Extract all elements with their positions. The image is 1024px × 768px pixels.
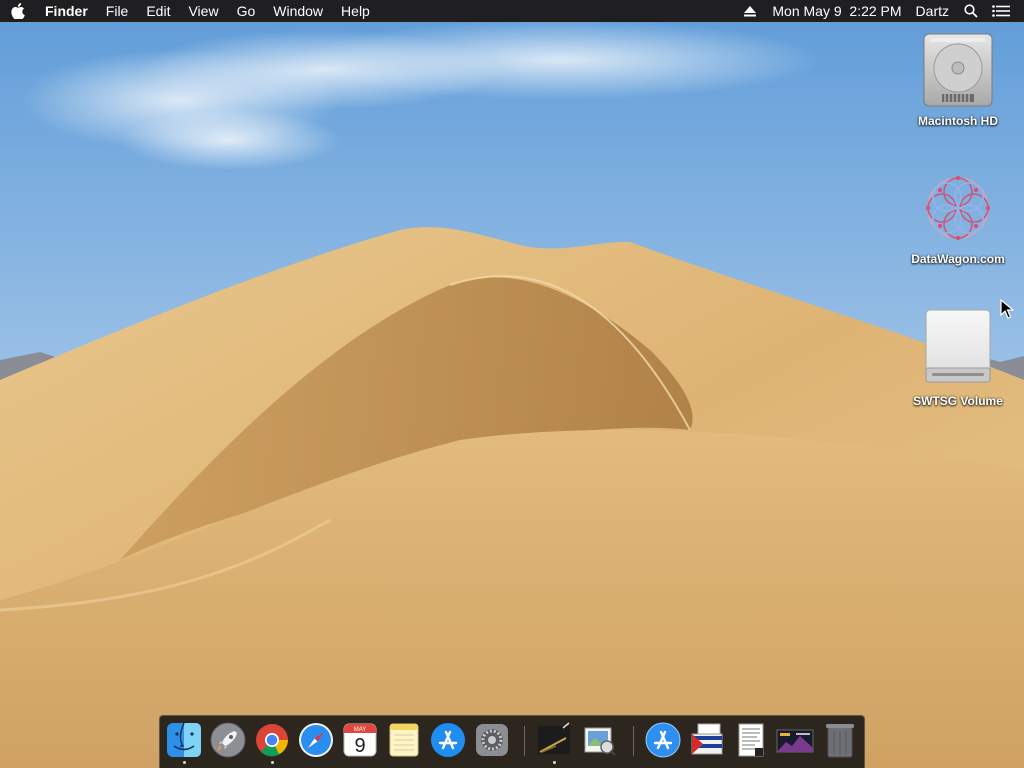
dock-separator: [524, 726, 525, 756]
external-drive-icon: [925, 309, 991, 383]
running-indicator: [270, 761, 274, 764]
applications-folder-icon: [645, 722, 681, 758]
desktop-icon-swtsg-volume[interactable]: SWTSG Volume: [903, 306, 1013, 408]
running-indicator: [552, 761, 556, 764]
terminal-script-icon: [538, 722, 570, 754]
menu-file[interactable]: File: [97, 0, 138, 22]
gear-icon: [476, 724, 508, 756]
desktop-icon-label: SWTSG Volume: [913, 394, 1003, 408]
preview-icon: [584, 727, 616, 756]
dock: MAY 9: [159, 715, 865, 768]
dock-separator: [633, 726, 634, 756]
dock-applications-folder[interactable]: [644, 721, 682, 759]
apple-logo-icon[interactable]: [0, 0, 36, 22]
dock-notes[interactable]: [385, 721, 423, 759]
app-store-icon: [431, 723, 465, 757]
menu-go[interactable]: Go: [228, 0, 265, 22]
safari-compass-icon: [299, 723, 333, 757]
desktop-icon-macintosh-hd[interactable]: Macintosh HD: [903, 30, 1013, 128]
dock-terminal-script[interactable]: [535, 721, 573, 764]
trash-icon: [826, 724, 854, 758]
menu-window[interactable]: Window: [264, 0, 332, 22]
menu-app-name[interactable]: Finder: [36, 0, 97, 22]
menu-help[interactable]: Help: [332, 0, 379, 22]
eject-icon[interactable]: [735, 0, 765, 22]
dock-downloads-stack[interactable]: [732, 721, 770, 759]
desktop-icon-label: DataWagon.com: [911, 252, 1005, 266]
desktop-wallpaper: [0, 0, 1024, 768]
calendar-month: MAY: [354, 727, 367, 733]
document-list-icon: [738, 723, 764, 757]
network-volume-icon: [926, 176, 990, 240]
finder-icon: [167, 722, 201, 757]
dock-screenshot-stack[interactable]: [776, 721, 814, 759]
hard-drive-icon: [923, 33, 993, 107]
launchpad-rocket-icon: [210, 722, 246, 758]
menu-clock[interactable]: Mon May 9 2:22 PM: [765, 0, 908, 22]
dock-system-preferences[interactable]: [473, 721, 511, 759]
calendar-icon: MAY 9: [343, 723, 377, 757]
desktop-icon-label: Macintosh HD: [917, 114, 998, 128]
menu-bar: Finder File Edit View Go Window Help Mon…: [0, 0, 1024, 22]
dock-preview[interactable]: [581, 721, 619, 759]
dock-finder[interactable]: [165, 721, 203, 764]
dock-trash[interactable]: [821, 721, 859, 759]
menu-edit[interactable]: Edit: [137, 0, 179, 22]
chrome-icon: [256, 724, 288, 757]
calendar-day: 9: [354, 735, 365, 757]
notes-icon: [389, 723, 419, 757]
running-indicator: [182, 761, 186, 764]
document-stack-icon: [691, 723, 723, 755]
dock-calendar[interactable]: MAY 9: [341, 721, 379, 759]
dock-launchpad[interactable]: [209, 721, 247, 759]
dock-chrome[interactable]: [253, 721, 291, 764]
dock-safari[interactable]: [297, 721, 335, 759]
dock-document-stack[interactable]: [688, 721, 726, 759]
desktop-icon-datawagon[interactable]: DataWagon.com: [903, 168, 1013, 266]
spotlight-search-icon[interactable]: [956, 0, 986, 22]
mouse-cursor-icon: [1000, 299, 1014, 319]
image-stack-icon: [776, 729, 814, 753]
notification-center-icon[interactable]: [986, 0, 1016, 22]
menu-view[interactable]: View: [179, 0, 227, 22]
dock-app-store[interactable]: [429, 721, 467, 759]
menu-user[interactable]: Dartz: [909, 0, 956, 22]
